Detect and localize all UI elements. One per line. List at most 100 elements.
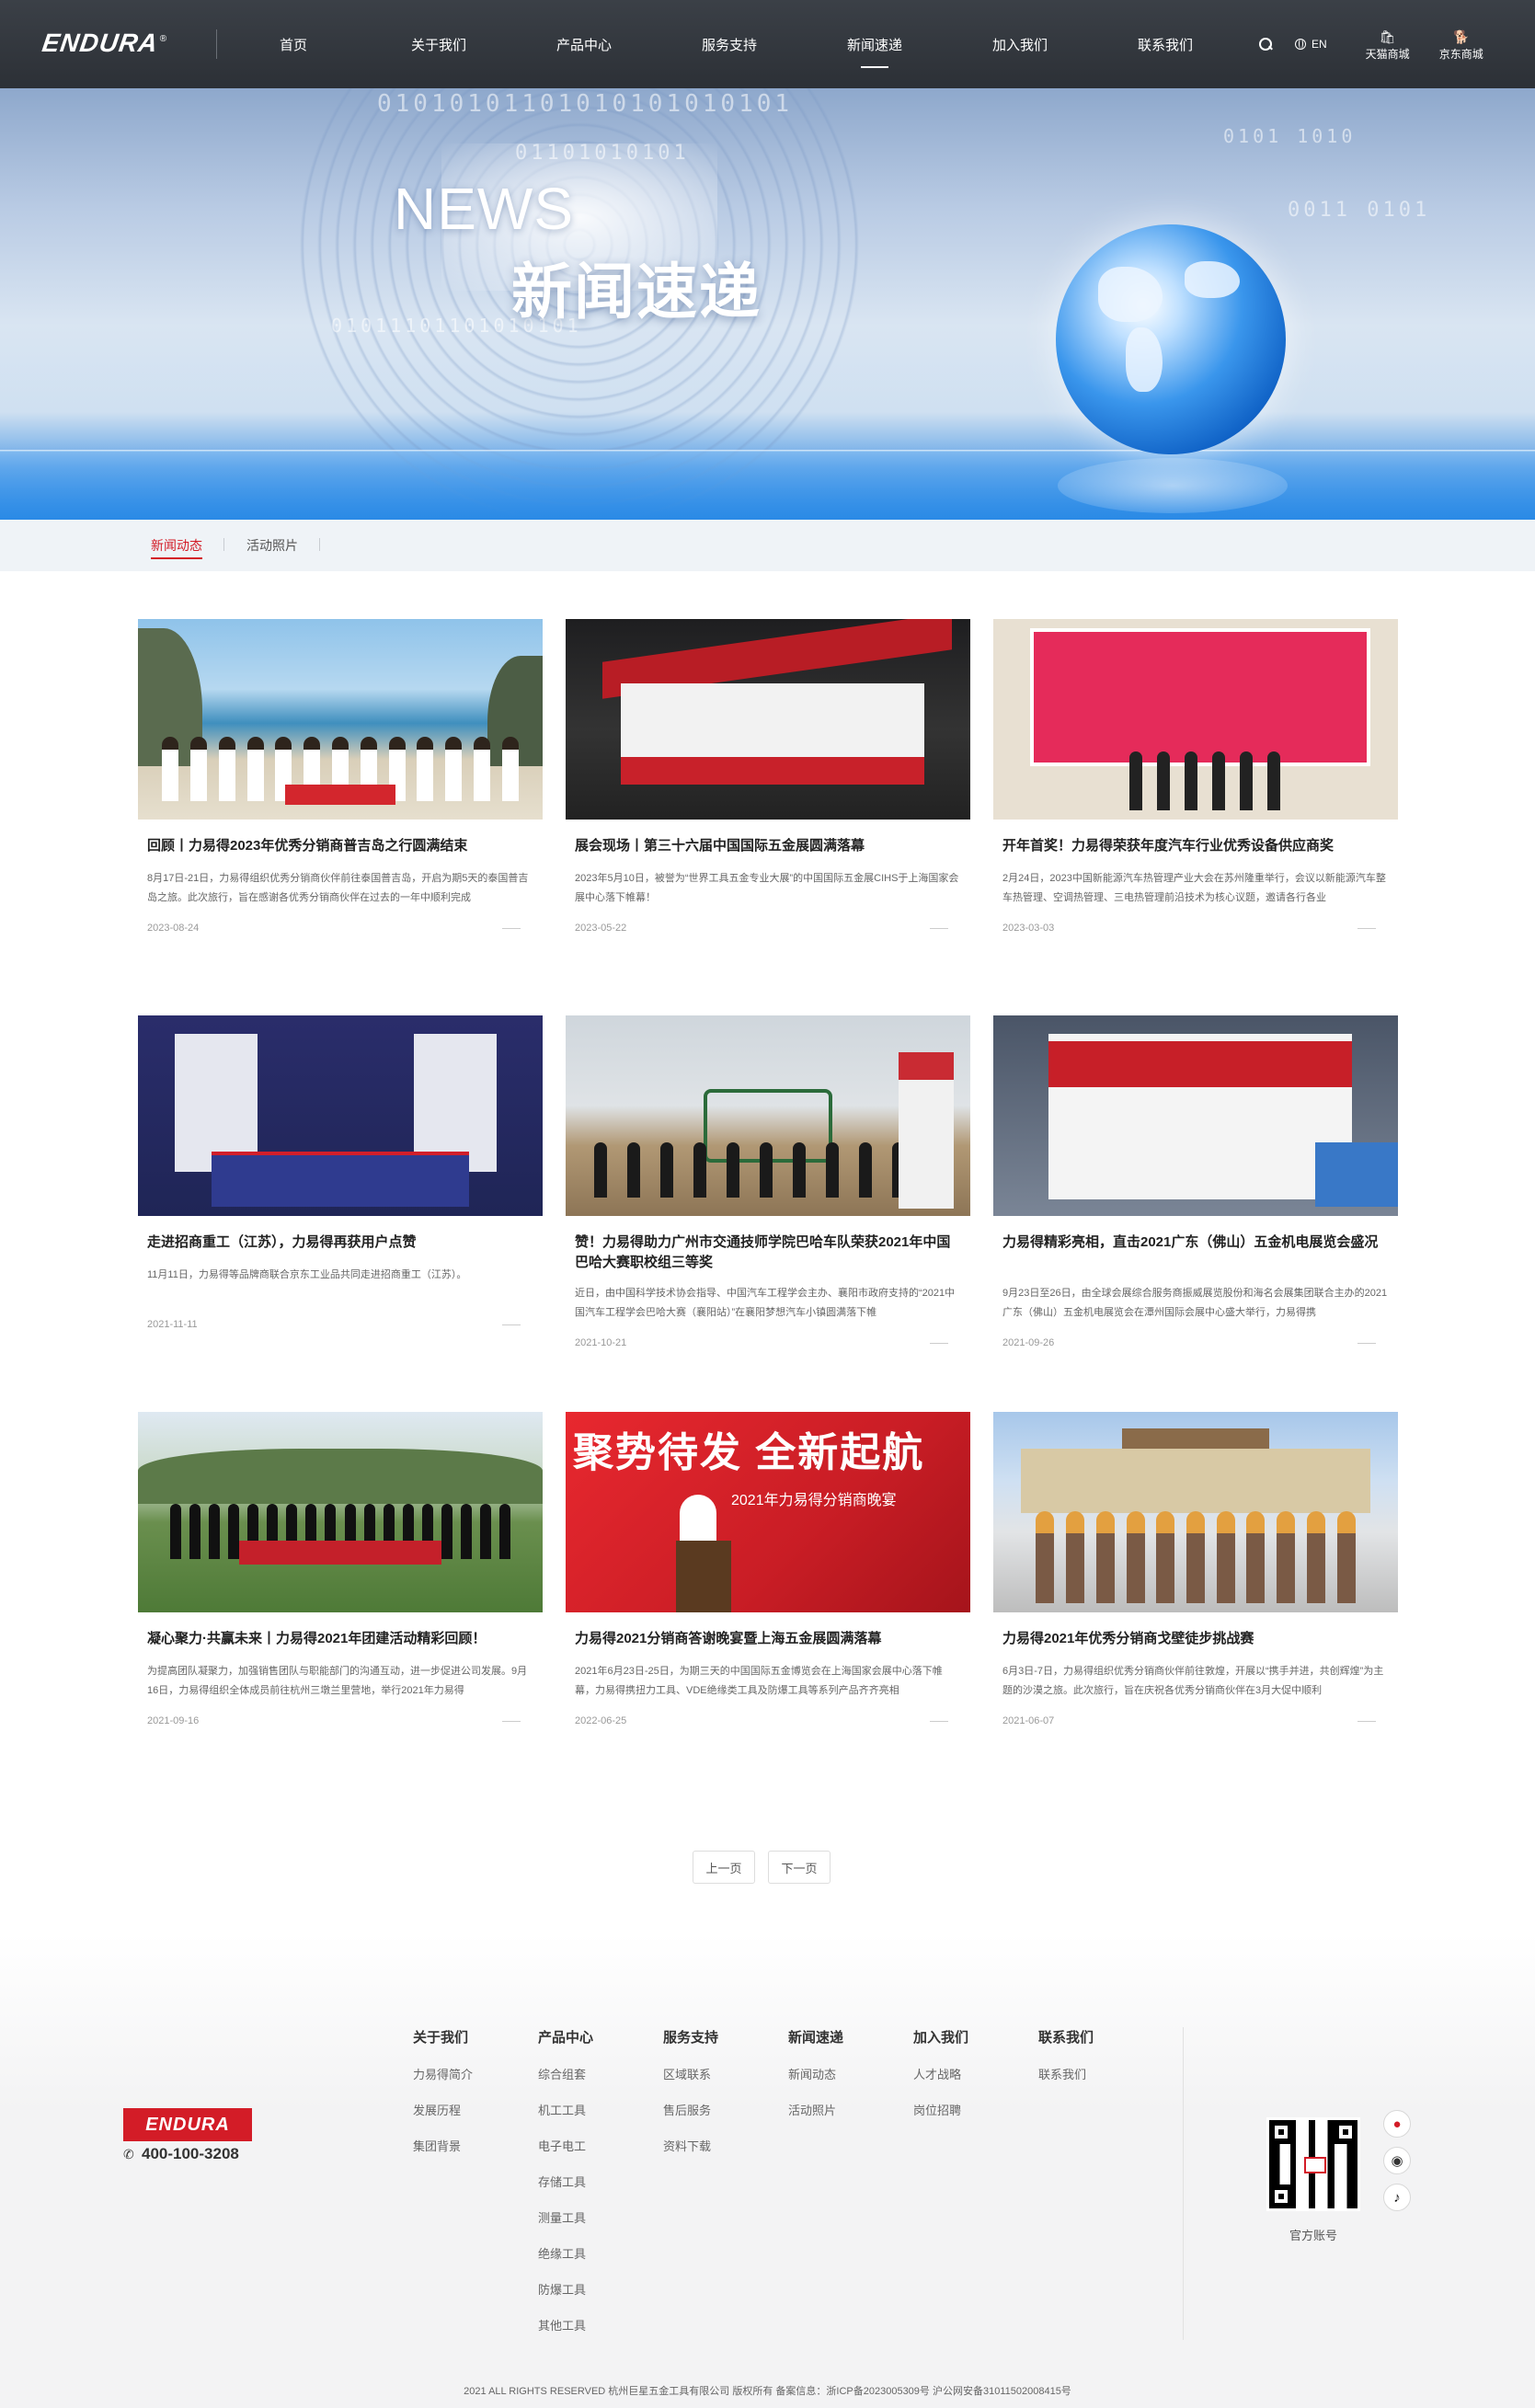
- footer-col-title[interactable]: 联系我们: [1038, 2027, 1163, 2047]
- pagination: 上一页 下一页: [693, 1851, 843, 1884]
- news-thumbnail: [138, 619, 543, 820]
- news-card[interactable]: 力易得精彩亮相，直击2021广东（佛山）五金机电展览会盛况 9月23日至26日，…: [993, 1015, 1398, 1356]
- photo-group: [584, 1133, 915, 1198]
- prev-page-button[interactable]: 上一页: [693, 1851, 755, 1884]
- news-thumbnail: [993, 619, 1398, 820]
- footer-link[interactable]: 机工工具: [538, 2101, 663, 2118]
- footer-link[interactable]: 人才战略: [913, 2065, 1038, 2082]
- news-card[interactable]: 走进招商重工（江苏），力易得再获用户点赞 11月11日，力易得等品牌商联合京东工…: [138, 1015, 543, 1356]
- footer-phone: ✆ 400-100-3208: [123, 2145, 239, 2163]
- footer-link[interactable]: 售后服务: [663, 2101, 788, 2118]
- news-date: 2023-08-24: [147, 923, 200, 934]
- footer-link[interactable]: 电子电工: [538, 2137, 663, 2154]
- news-card[interactable]: 展会现场丨第三十六届中国国际五金展圆满落幕 2023年5月10日，被誉为“世界工…: [566, 619, 970, 959]
- qr-label: 官方账号: [1289, 2229, 1337, 2242]
- more-indicator: [502, 1721, 521, 1722]
- nav-about[interactable]: 关于我们: [366, 0, 511, 88]
- news-card[interactable]: 凝心聚力·共赢未来丨力易得2021年团建活动精彩回顾！ 为提高团队凝聚力，加强销…: [138, 1412, 543, 1752]
- tab-event-photos[interactable]: 活动照片: [246, 536, 320, 555]
- news-thumbnail: [993, 1412, 1398, 1612]
- footer-link[interactable]: 测量工具: [538, 2208, 663, 2226]
- banner-floor: [0, 451, 1535, 520]
- header-tools: EN 🛍 天猫商城 🐕 京东商城: [1258, 0, 1513, 88]
- footer-link[interactable]: 集团背景: [413, 2137, 538, 2154]
- photo-rollup: [899, 1052, 954, 1209]
- footer-link[interactable]: 岗位招聘: [913, 2101, 1038, 2118]
- logo-text: ENDURA: [40, 29, 161, 57]
- more-indicator: [930, 1343, 948, 1344]
- footer-logo[interactable]: ENDURA: [123, 2108, 252, 2141]
- tmall-shop-label: 天猫商城: [1365, 47, 1410, 61]
- footer-link[interactable]: 防爆工具: [538, 2280, 663, 2298]
- news-card[interactable]: 力易得2021年优秀分销商戈壁徒步挑战赛 6月3日-7日，力易得组织优秀分销商伙…: [993, 1412, 1398, 1752]
- news-card[interactable]: 开年首奖！力易得荣获年度汽车行业优秀设备供应商奖 2月24日，2023中国新能源…: [993, 619, 1398, 959]
- news-excerpt: 6月3日-7日，力易得组织优秀分销商伙伴前往敦煌，开展以“携手并进，共创辉煌”为…: [1002, 1666, 1384, 1696]
- footer-link[interactable]: 新闻动态: [788, 2065, 913, 2082]
- tab-news-updates[interactable]: 新闻动态: [151, 536, 224, 559]
- footer-link[interactable]: 资料下载: [663, 2137, 788, 2154]
- footer-link[interactable]: 绝缘工具: [538, 2244, 663, 2262]
- news-card[interactable]: 聚势待发 全新起航 2021年力易得分销商晚宴 力易得2021分销商答谢晚宴暨上…: [566, 1412, 970, 1752]
- footer-link[interactable]: 联系我们: [1038, 2065, 1163, 2082]
- photo-group: [1122, 746, 1288, 810]
- news-excerpt: 2023年5月10日，被誉为“世界工具五金专业大展”的中国国际五金展CIHS于上…: [575, 873, 959, 903]
- qr-logo: [1304, 2157, 1326, 2173]
- footer-col-title[interactable]: 服务支持: [663, 2027, 788, 2047]
- wechat-icon[interactable]: ◉: [1383, 2147, 1411, 2174]
- nav-contact[interactable]: 联系我们: [1093, 0, 1238, 88]
- main-nav: 首页 关于我们 产品中心 服务支持 新闻速递 加入我们 联系我们: [221, 0, 1238, 88]
- jd-shop-link[interactable]: 🐕 京东商城: [1439, 28, 1483, 62]
- footer-col-title[interactable]: 产品中心: [538, 2027, 663, 2047]
- registered-mark: ®: [159, 33, 167, 44]
- news-card[interactable]: 赞！力易得助力广州市交通技师学院巴哈车队荣获2021年中国巴哈大赛职校组三等奖 …: [566, 1015, 970, 1356]
- footer-col-news: 新闻速递 新闻动态 活动照片: [788, 2027, 913, 2352]
- binary-decoration: 01101010101: [515, 142, 690, 165]
- tab-event-photos-label: 活动照片: [246, 538, 298, 553]
- tmall-shop-link[interactable]: 🛍 天猫商城: [1366, 28, 1410, 62]
- weibo-icon[interactable]: ●: [1383, 2110, 1411, 2138]
- footer-link[interactable]: 区域联系: [663, 2065, 788, 2082]
- footer-col-title[interactable]: 新闻速递: [788, 2027, 913, 2047]
- news-title: 开年首奖！力易得荣获年度汽车行业优秀设备供应商奖: [1002, 838, 1335, 854]
- news-excerpt: 近日，由中国科学技术协会指导、中国汽车工程学会主办、襄阳市政府支持的“2021中…: [575, 1288, 956, 1318]
- endura-logo[interactable]: ENDURA ®: [40, 29, 167, 57]
- qr-finder: [1269, 2120, 1293, 2144]
- search-icon[interactable]: [1258, 37, 1273, 52]
- news-title: 走进招商重工（江苏），力易得再获用户点赞: [147, 1234, 417, 1250]
- footer-link[interactable]: 力易得简介: [413, 2065, 538, 2082]
- news-date: 2021-09-16: [147, 1715, 200, 1726]
- news-card[interactable]: 回顾丨力易得2023年优秀分销商普吉岛之行圆满结束 8月17日-21日，力易得组…: [138, 619, 543, 959]
- news-title: 赞！力易得助力广州市交通技师学院巴哈车队荣获2021年中国巴哈大赛职校组三等奖: [575, 1234, 951, 1270]
- tiktok-icon[interactable]: ♪: [1383, 2184, 1411, 2211]
- jd-shop-label: 京东商城: [1438, 47, 1483, 61]
- globe-land: [1185, 261, 1240, 298]
- news-date: 2021-10-21: [575, 1337, 627, 1348]
- more-indicator: [1357, 1721, 1376, 1722]
- footer-col-title[interactable]: 加入我们: [913, 2027, 1038, 2047]
- globe-land: [1126, 327, 1163, 392]
- footer-links: 关于我们 力易得简介 发展历程 集团背景 产品中心 综合组套 机工工具 电子电工…: [413, 2027, 1163, 2352]
- footer-link[interactable]: 活动照片: [788, 2101, 913, 2118]
- footer-link[interactable]: 其他工具: [538, 2316, 663, 2333]
- news-title: 回顾丨力易得2023年优秀分销商普吉岛之行圆满结束: [147, 838, 468, 854]
- nav-support[interactable]: 服务支持: [657, 0, 802, 88]
- footer-link[interactable]: 发展历程: [413, 2101, 538, 2118]
- nav-news[interactable]: 新闻速递: [802, 0, 947, 88]
- next-page-button[interactable]: 下一页: [768, 1851, 831, 1884]
- news-title: 力易得2021分销商答谢晚宴暨上海五金展圆满落幕: [575, 1631, 882, 1646]
- nav-join[interactable]: 加入我们: [947, 0, 1093, 88]
- footer-link[interactable]: 综合组套: [538, 2065, 663, 2082]
- nav-home[interactable]: 首页: [221, 0, 366, 88]
- footer-col-title[interactable]: 关于我们: [413, 2027, 538, 2047]
- news-date: 2023-05-22: [575, 923, 627, 934]
- news-excerpt: 11月11日，力易得等品牌商联合京东工业品共同走进招商重工（江苏）。: [147, 1269, 467, 1280]
- binary-decoration: 0011 0101: [1288, 199, 1431, 222]
- nav-products[interactable]: 产品中心: [511, 0, 657, 88]
- more-indicator: [930, 1721, 948, 1722]
- footer-link[interactable]: 存储工具: [538, 2173, 663, 2190]
- photo-banner: [239, 1541, 441, 1565]
- language-switch[interactable]: EN: [1295, 38, 1327, 51]
- site-header: ENDURA ® 首页 关于我们 产品中心 服务支持 新闻速递 加入我们 联系我…: [0, 0, 1535, 88]
- footer-divider: [1183, 2027, 1184, 2340]
- news-date: 2021-11-11: [147, 1319, 198, 1330]
